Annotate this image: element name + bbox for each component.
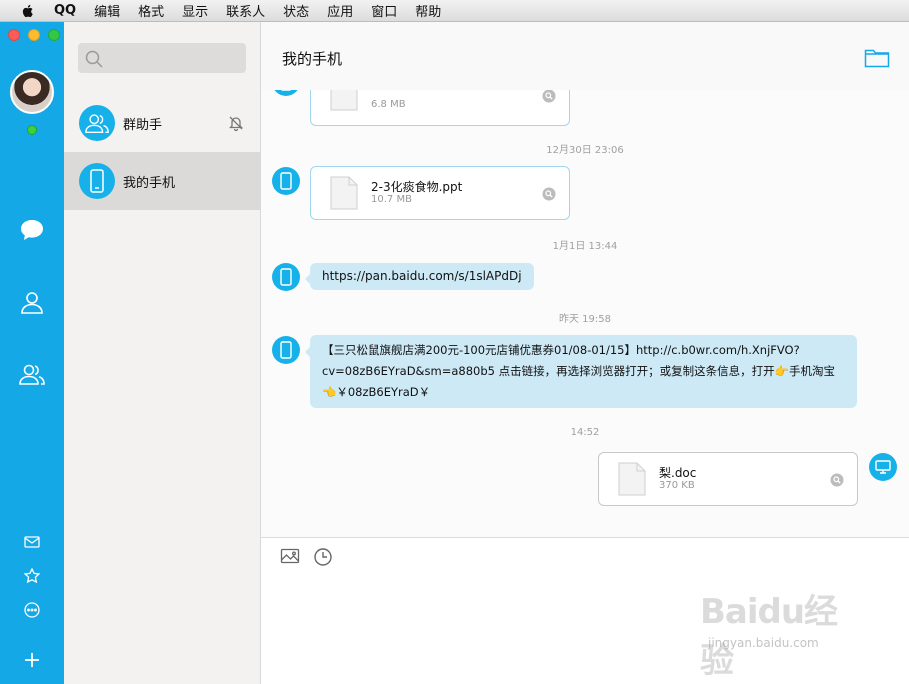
file-name: 梨.doc <box>659 466 697 480</box>
minimize-window-button[interactable] <box>28 29 40 41</box>
more-options-icon[interactable] <box>23 601 41 619</box>
left-rail <box>0 22 64 684</box>
magnifier-icon[interactable] <box>542 90 556 103</box>
document-icon <box>618 462 646 496</box>
baidu-jingyan-watermark: Baidu经验 jingyan.baidu.com <box>700 584 870 681</box>
image-icon[interactable] <box>280 547 300 565</box>
phone-icon <box>280 268 292 286</box>
file-name: 2-3化痰食物.ppt <box>371 180 463 194</box>
message-line: cv=08zB6EYraD&sm=a880b5 点击链接，再选择浏览器打开；或复… <box>322 364 835 378</box>
menu-apps[interactable]: 应用 <box>327 1 353 20</box>
phone-icon <box>280 172 292 190</box>
close-window-button[interactable] <box>8 29 20 41</box>
file-message[interactable]: 2-3化痰食物.ppt 10.7 MB <box>310 166 570 220</box>
message-timestamp: 昨天 19:58 <box>559 314 611 325</box>
sender-avatar <box>869 453 897 481</box>
phone-icon <box>280 341 292 359</box>
watermark-url: jingyan.baidu.com <box>708 636 819 650</box>
menu-edit[interactable]: 编辑 <box>94 1 120 20</box>
sender-avatar <box>272 336 300 364</box>
search-input[interactable] <box>78 43 246 73</box>
phone-icon <box>280 90 292 91</box>
mute-bell-icon <box>228 116 244 132</box>
document-icon <box>330 176 358 210</box>
conversation-name: 群助手 <box>123 117 163 133</box>
file-size: 10.7 MB <box>371 194 412 205</box>
file-message[interactable]: 梨.doc 370 KB <box>598 452 858 506</box>
magnifier-icon[interactable] <box>830 473 844 487</box>
file-message[interactable]: 6.8 MB <box>310 90 570 126</box>
file-size: 370 KB <box>659 480 695 491</box>
sender-avatar <box>272 167 300 195</box>
menu-window[interactable]: 窗口 <box>371 1 397 20</box>
chat-title: 我的手机 <box>282 50 343 68</box>
group-icon <box>85 114 109 133</box>
text-message[interactable]: https://pan.baidu.com/s/1slAPdDj <box>310 263 534 290</box>
group-icon[interactable] <box>18 360 46 388</box>
contact-icon[interactable] <box>18 288 46 316</box>
message-timestamp: 1月1日 13:44 <box>552 241 618 252</box>
conversation-item-group-assistant[interactable]: 群助手 <box>64 94 260 152</box>
favorites-star-icon[interactable] <box>23 567 41 585</box>
user-avatar[interactable] <box>10 70 54 114</box>
mail-icon[interactable] <box>23 533 41 551</box>
text-message[interactable]: 【三只松鼠旗舰店满200元-100元店铺优惠券01/08-01/15】http:… <box>310 335 857 408</box>
conversation-name: 我的手机 <box>123 175 176 191</box>
group-assistant-avatar <box>79 105 115 141</box>
message-line: 【三只松鼠旗舰店满200元-100元店铺优惠券01/08-01/15】http:… <box>322 343 800 357</box>
chat-bubble-icon[interactable] <box>18 216 46 244</box>
watermark-logo: Baidu经验 <box>700 592 838 681</box>
computer-monitor-icon <box>875 460 891 474</box>
menu-qq[interactable]: QQ <box>54 3 76 18</box>
online-status-indicator <box>27 125 37 135</box>
file-size: 6.8 MB <box>371 99 406 110</box>
magnifier-icon[interactable] <box>542 187 556 201</box>
sender-avatar <box>272 90 300 96</box>
apple-icon[interactable] <box>20 3 36 19</box>
message-timestamp: 14:52 <box>570 427 600 438</box>
message-timestamp: 12月30日 23:06 <box>546 145 624 156</box>
menu-view[interactable]: 显示 <box>182 1 208 20</box>
conversation-item-my-phone[interactable]: 我的手机 <box>64 152 260 210</box>
add-plus-icon[interactable] <box>23 651 41 669</box>
sender-avatar <box>272 263 300 291</box>
message-line: 👈￥08zB6EYraD￥ <box>322 385 431 399</box>
history-clock-icon[interactable] <box>313 547 333 567</box>
search-icon <box>85 50 103 68</box>
document-icon <box>330 90 358 111</box>
phone-icon <box>90 169 104 193</box>
menu-bar: QQ 编辑 格式 显示 联系人 状态 应用 窗口 帮助 <box>0 0 909 22</box>
menu-status[interactable]: 状态 <box>283 1 309 20</box>
my-phone-avatar <box>79 163 115 199</box>
zoom-window-button[interactable] <box>48 29 60 41</box>
chat-header: 我的手机 <box>261 22 909 90</box>
message-list[interactable]: 6.8 MB 12月30日 23:06 2-3化痰食物.ppt 10.7 MB … <box>261 90 909 537</box>
menu-contacts[interactable]: 联系人 <box>226 1 265 20</box>
conversation-list: 群助手 我的手机 <box>64 22 261 684</box>
menu-format[interactable]: 格式 <box>138 1 164 20</box>
menu-help[interactable]: 帮助 <box>415 1 441 20</box>
folder-icon[interactable] <box>864 46 890 68</box>
